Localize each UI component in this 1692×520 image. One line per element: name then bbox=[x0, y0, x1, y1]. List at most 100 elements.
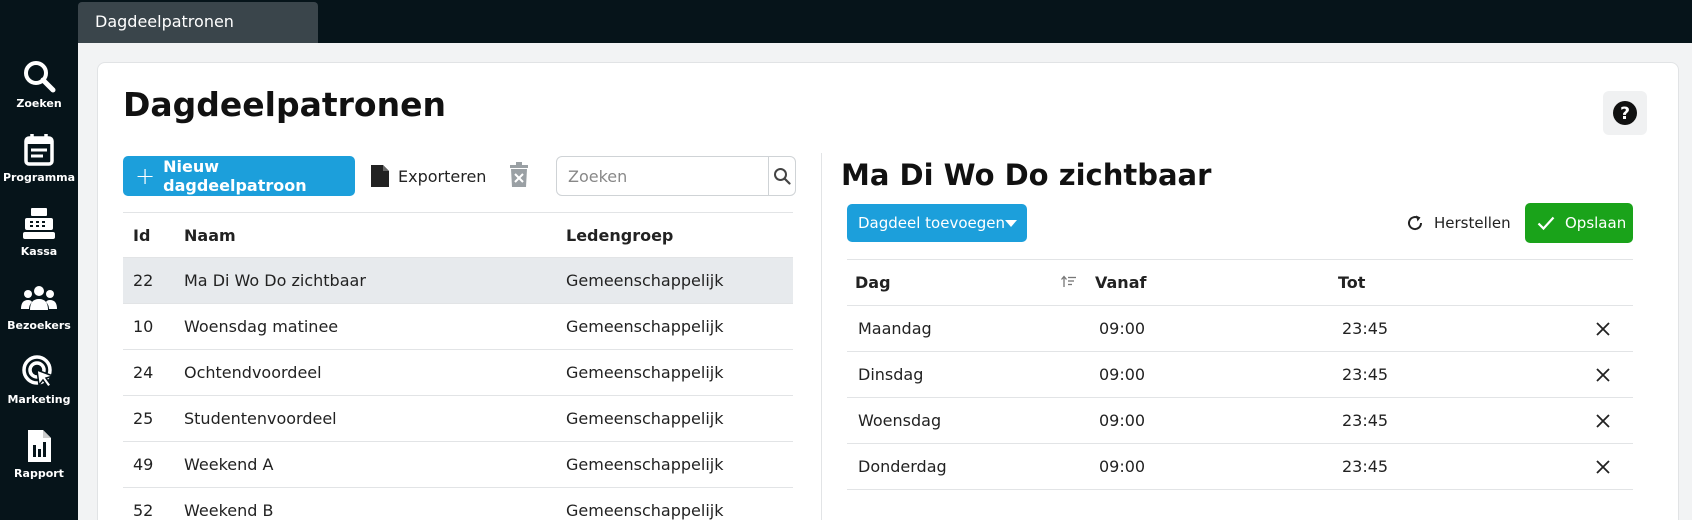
close-icon bbox=[1596, 367, 1610, 382]
column-header-vanaf[interactable]: Vanaf bbox=[1095, 273, 1338, 292]
report-icon bbox=[28, 430, 51, 462]
help-button[interactable]: ? bbox=[1603, 91, 1647, 135]
cell-naam: Ma Di Wo Do zichtbaar bbox=[184, 271, 366, 290]
add-daypart-label: Dagdeel toevoegen bbox=[858, 214, 1006, 232]
add-daypart-button[interactable]: Dagdeel toevoegen bbox=[847, 204, 1027, 242]
search-button[interactable] bbox=[768, 157, 795, 195]
column-header-tot[interactable]: Tot bbox=[1338, 273, 1573, 292]
daypart-table: Dag Vanaf Tot Maandag 09:00 23:45 Dinsda… bbox=[847, 259, 1633, 490]
delete-button[interactable] bbox=[508, 162, 534, 190]
nav-label: Bezoekers bbox=[7, 319, 71, 332]
remove-row-button[interactable] bbox=[1573, 321, 1633, 336]
new-pattern-label: Nieuw dagdeelpatroon bbox=[163, 157, 307, 195]
remove-row-button[interactable] bbox=[1573, 459, 1633, 474]
remove-row-button[interactable] bbox=[1573, 413, 1633, 428]
close-icon bbox=[1596, 321, 1610, 336]
table-header: Id Naam Ledengroep bbox=[123, 212, 793, 258]
cell-vanaf[interactable]: 09:00 bbox=[1095, 365, 1338, 384]
search-box bbox=[556, 156, 796, 196]
column-header-dag[interactable]: Dag bbox=[847, 273, 1095, 292]
sidebar: Zoeken Programma Kassa Bezoekers Marketi… bbox=[0, 0, 78, 520]
nav-item-zoeken[interactable]: Zoeken bbox=[0, 58, 78, 128]
column-header-naam[interactable]: Naam bbox=[184, 226, 566, 245]
main-panel: Dagdeelpatronen ? + Nieuw dagdeelpatroon… bbox=[97, 62, 1679, 520]
search-icon bbox=[24, 61, 56, 93]
table-row[interactable]: 10 Woensdag matinee Gemeenschappelijk bbox=[123, 304, 793, 350]
table-row[interactable]: 49 Weekend A Gemeenschappelijk bbox=[123, 442, 793, 488]
top-bar: Dagdeelpatronen bbox=[78, 0, 1692, 43]
column-header-dag-label: Dag bbox=[855, 273, 891, 292]
cell-ledengroep: Gemeenschappelijk bbox=[566, 501, 724, 520]
save-button[interactable]: Opslaan bbox=[1525, 203, 1633, 243]
cell-ledengroep: Gemeenschappelijk bbox=[566, 455, 724, 474]
nav-item-rapport[interactable]: Rapport bbox=[0, 428, 78, 498]
table-row[interactable]: 52 Weekend B Gemeenschappelijk bbox=[123, 488, 793, 520]
cell-tot[interactable]: 23:45 bbox=[1338, 411, 1573, 430]
cell-ledengroep: Gemeenschappelijk bbox=[566, 363, 724, 382]
close-icon bbox=[1596, 413, 1610, 428]
cell-vanaf[interactable]: 09:00 bbox=[1095, 411, 1338, 430]
cell-tot[interactable]: 23:45 bbox=[1338, 457, 1573, 476]
page-title: Dagdeelpatronen bbox=[123, 85, 446, 124]
table-row: Woensdag 09:00 23:45 bbox=[847, 398, 1633, 444]
calendar-icon bbox=[24, 134, 54, 166]
cell-ledengroep: Gemeenschappelijk bbox=[566, 409, 724, 428]
export-button[interactable]: Exporteren bbox=[370, 161, 486, 191]
cell-vanaf[interactable]: 09:00 bbox=[1095, 319, 1338, 338]
reset-button[interactable]: Herstellen bbox=[1406, 211, 1511, 235]
cell-id: 52 bbox=[133, 501, 154, 520]
cell-dag: Maandag bbox=[858, 319, 932, 338]
nav-label: Programma bbox=[2, 171, 76, 184]
column-header-ledengroep[interactable]: Ledengroep bbox=[566, 226, 793, 245]
cell-tot[interactable]: 23:45 bbox=[1338, 319, 1573, 338]
nav-label: Rapport bbox=[14, 467, 64, 480]
table-row[interactable]: 25 Studentenvoordeel Gemeenschappelijk bbox=[123, 396, 793, 442]
close-icon bbox=[1596, 459, 1610, 474]
table-row: Maandag 09:00 23:45 bbox=[847, 306, 1633, 352]
nav-label: Marketing bbox=[7, 393, 71, 406]
question-circle-icon: ? bbox=[1613, 101, 1637, 125]
remove-row-button[interactable] bbox=[1573, 367, 1633, 382]
cell-id: 10 bbox=[133, 317, 154, 336]
nav-item-bezoekers[interactable]: Bezoekers bbox=[0, 280, 78, 350]
new-pattern-button[interactable]: + Nieuw dagdeelpatroon bbox=[123, 156, 355, 196]
cell-ledengroep: Gemeenschappelijk bbox=[566, 317, 724, 336]
cell-dag: Dinsdag bbox=[858, 365, 924, 384]
table-row[interactable]: 24 Ochtendvoordeel Gemeenschappelijk bbox=[123, 350, 793, 396]
table-row: Donderdag 09:00 23:45 bbox=[847, 444, 1633, 490]
table-row[interactable]: 22 Ma Di Wo Do zichtbaar Gemeenschappeli… bbox=[123, 258, 793, 304]
tab-dagdeelpatronen[interactable]: Dagdeelpatronen bbox=[78, 2, 318, 43]
reset-label: Herstellen bbox=[1434, 214, 1511, 232]
file-icon bbox=[371, 165, 389, 187]
table-row: Dinsdag 09:00 23:45 bbox=[847, 352, 1633, 398]
cell-tot[interactable]: 23:45 bbox=[1338, 365, 1573, 384]
nav-item-programma[interactable]: Programma bbox=[0, 132, 78, 202]
save-label: Opslaan bbox=[1565, 214, 1627, 232]
caret-down-icon bbox=[1005, 219, 1017, 227]
nav-item-marketing[interactable]: Marketing bbox=[0, 354, 78, 424]
cell-id: 25 bbox=[133, 409, 154, 428]
cell-vanaf[interactable]: 09:00 bbox=[1095, 457, 1338, 476]
cell-naam: Weekend A bbox=[184, 455, 274, 474]
cell-naam: Woensdag matinee bbox=[184, 317, 339, 336]
search-input[interactable] bbox=[557, 157, 768, 195]
table-header: Dag Vanaf Tot bbox=[847, 259, 1633, 306]
nav-label: Kassa bbox=[20, 245, 58, 258]
target-cursor-icon bbox=[22, 355, 56, 389]
nav-label: Zoeken bbox=[16, 97, 62, 110]
plus-icon: + bbox=[135, 162, 156, 190]
panel-divider bbox=[821, 153, 822, 520]
cell-naam: Weekend B bbox=[184, 501, 274, 520]
cell-dag: Donderdag bbox=[858, 457, 947, 476]
cell-naam: Ochtendvoordeel bbox=[184, 363, 322, 382]
check-icon bbox=[1537, 216, 1555, 231]
cash-register-icon bbox=[23, 208, 55, 239]
trash-icon bbox=[510, 162, 528, 187]
cell-dag: Woensdag bbox=[858, 411, 942, 430]
refresh-icon bbox=[1408, 215, 1423, 231]
cell-id: 22 bbox=[133, 271, 154, 290]
column-header-id[interactable]: Id bbox=[123, 226, 184, 245]
cell-ledengroep: Gemeenschappelijk bbox=[566, 271, 724, 290]
nav-item-kassa[interactable]: Kassa bbox=[0, 206, 78, 276]
sort-icon bbox=[1061, 275, 1076, 287]
